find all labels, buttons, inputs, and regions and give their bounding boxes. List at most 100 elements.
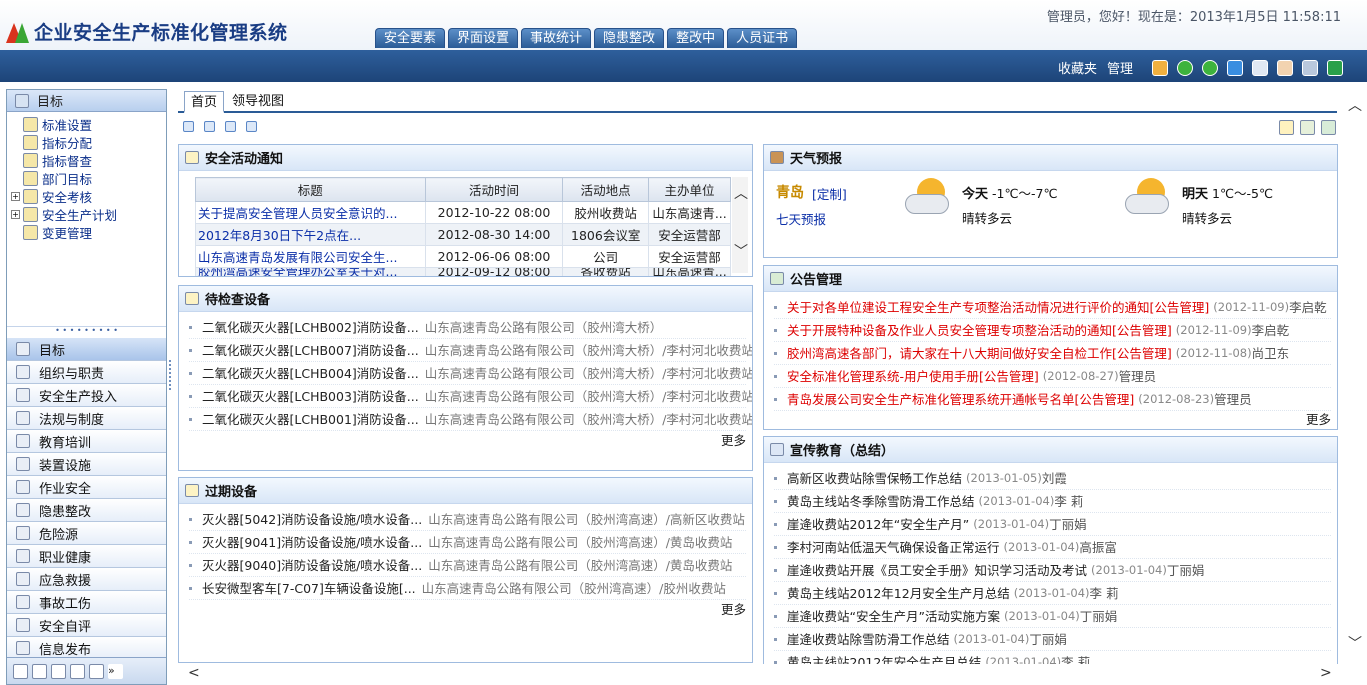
favorites-link[interactable]: 收藏夹 (1058, 58, 1097, 77)
scroll-right-icon[interactable]: > (1320, 666, 1332, 680)
sidebar-resize-handle[interactable]: • • • • • • • • • (7, 326, 166, 338)
list-item[interactable]: 崖逄收费站开展《员工安全手册》知识学习活动及考试 (2013-01-04) 丁丽娟 (774, 559, 1331, 582)
picture-icon[interactable] (1321, 120, 1336, 135)
more-link[interactable]: 更多 (721, 430, 746, 449)
add-icon[interactable] (183, 121, 194, 132)
horizontal-scrollbar[interactable]: < > (178, 665, 1338, 683)
more-link[interactable]: 更多 (1306, 409, 1331, 428)
refresh-icon[interactable] (1227, 59, 1243, 76)
edit-icon[interactable] (1252, 59, 1268, 76)
list-item[interactable]: 青岛发展公司安全生产标准化管理系统开通帐号名单[公告管理] (2012-08-23… (774, 388, 1331, 411)
scroll-left-icon[interactable]: < (188, 666, 200, 680)
list-item[interactable]: 高新区收费站除雪保畅工作总结 (2013-01-05) 刘霞 (774, 467, 1331, 490)
tab-hazard-rectify[interactable]: 隐患整改 (594, 28, 665, 48)
tab-rectifying[interactable]: 整改中 (667, 28, 725, 48)
manage-link[interactable]: 管理 (1107, 58, 1133, 77)
chart-icon[interactable] (70, 663, 85, 679)
menu-self-eval[interactable]: 安全自评 (7, 614, 166, 637)
table-row[interactable]: 胶州湾高速安全管理办公室关于对... 2012-09-12 08:00 各收费站… (195, 267, 731, 276)
notice-title-link[interactable]: 胶州湾高速安全管理办公室关于对... (195, 267, 426, 276)
list-item[interactable]: 关于开展特种设备及作业人员安全管理专项整治活动的通知[公告管理] (2012-11… (774, 319, 1331, 342)
tree-item-standard[interactable]: 标准设置 (11, 115, 166, 133)
table-row[interactable]: 山东高速青岛发展有限公司安全生... 2012-06-06 08:00 公司 安… (195, 245, 731, 268)
menu-target[interactable]: 目标 (7, 338, 166, 361)
chevron-right-icon[interactable]: » (108, 663, 123, 679)
customize-link[interactable]: [定制] (812, 184, 847, 203)
logout-icon[interactable] (1327, 59, 1343, 76)
list-item[interactable]: 灭火器[9040]消防设备设施/喷水设备... 山东高速青岛公路有限公司（胶州湾高… (189, 554, 746, 577)
scroll-up-icon[interactable]: ︿ (1348, 99, 1362, 113)
column-header[interactable]: 活动时间 (424, 177, 564, 202)
menu-work-safety[interactable]: 作业安全 (7, 476, 166, 499)
list-item[interactable]: 胶州湾高速各部门，请大家在十八大期间做好安全自检工作[公告管理] (2012-11… (774, 342, 1331, 365)
table-row[interactable]: 2012年8月30日下午2点在... 2012-08-30 14:00 1806… (195, 223, 731, 246)
settings-icon[interactable] (246, 121, 257, 132)
menu-regulations[interactable]: 法规与制度 (7, 407, 166, 430)
list-item[interactable]: 灭火器[5042]消防设备设施/喷水设备... 山东高速青岛公路有限公司（胶州湾高… (189, 508, 746, 531)
list-item[interactable]: 二氧化碳灭火器[LCHB001]消防设备... 山东高速青岛公路有限公司（胶州湾大… (189, 408, 752, 431)
home-icon[interactable] (1152, 59, 1168, 76)
list-item[interactable]: 二氧化碳灭火器[LCHB002]消防设备... 山东高速青岛公路有限公司（胶州湾大… (189, 316, 746, 339)
table-icon[interactable] (51, 663, 66, 679)
scroll-down-icon[interactable]: ﹀ (734, 245, 748, 259)
tab-ui-settings[interactable]: 界面设置 (448, 28, 519, 48)
list-item[interactable]: 黄岛主线站2012年12月安全生产月总结 (2013-01-04) 李 莉 (774, 582, 1331, 605)
user-icon[interactable] (13, 663, 28, 679)
tab-safety-elements[interactable]: 安全要素 (375, 28, 446, 48)
users-icon[interactable] (1277, 59, 1293, 76)
tab-certificates[interactable]: 人员证书 (727, 28, 798, 48)
notice-title-link[interactable]: 山东高速青岛发展有限公司安全生... (195, 245, 426, 268)
more-link[interactable]: 更多 (721, 599, 746, 618)
book-icon[interactable] (89, 663, 104, 679)
list-item[interactable]: 黄岛主线站冬季除雪防滑工作总结 (2013-01-04) 李 莉 (774, 490, 1331, 513)
notice-title-link[interactable]: 关于提高安全管理人员安全意识的... (195, 201, 426, 224)
list-item[interactable]: 崖逄收费站2012年“安全生产月” (2013-01-04) 丁丽娟 (774, 513, 1331, 536)
menu-accident[interactable]: 事故工伤 (7, 591, 166, 614)
tree-item-distribute[interactable]: 指标分配 (11, 133, 166, 151)
splitter-handle[interactable] (169, 360, 173, 390)
back-icon[interactable] (1177, 59, 1193, 76)
notice-scrollbar[interactable]: ︿ ﹀ (732, 177, 748, 273)
column-header[interactable]: 标题 (195, 177, 426, 202)
menu-emergency[interactable]: 应急救援 (7, 568, 166, 591)
menu-organization[interactable]: 组织与职责 (7, 361, 166, 384)
menu-hazard[interactable]: 隐患整改 (7, 499, 166, 522)
menu-health[interactable]: 职业健康 (7, 545, 166, 568)
folder-icon[interactable] (32, 663, 47, 679)
menu-danger-source[interactable]: 危险源 (7, 522, 166, 545)
scroll-up-icon[interactable]: ︿ (734, 187, 748, 201)
tree-item-exam[interactable]: + 安全考核 (11, 187, 166, 205)
menu-training[interactable]: 教育培训 (7, 430, 166, 453)
seven-day-link[interactable]: 七天预报 (776, 209, 826, 228)
folder-open-icon[interactable] (1279, 120, 1294, 135)
window-icon[interactable] (1300, 120, 1315, 135)
list-item[interactable]: 关于对各单位建设工程安全生产专项整治活动情况进行评价的通知[公告管理] (2012… (774, 296, 1331, 319)
forward-icon[interactable] (1202, 59, 1218, 76)
layout-icon[interactable] (204, 121, 215, 132)
tab-accident-stats[interactable]: 事故统计 (521, 28, 592, 48)
list-item[interactable]: 李村河南站低温天气确保设备正常运行 (2013-01-04) 高振富 (774, 536, 1331, 559)
tree-item-plan[interactable]: + 安全生产计划 (11, 205, 166, 223)
list-item[interactable]: 安全标准化管理系统-用户使用手册[公告管理] (2012-08-27) 管理员 (774, 365, 1331, 388)
tab-home[interactable]: 首页 (184, 91, 225, 113)
list-item[interactable]: 崖逄收费站除雪防滑工作总结 (2013-01-04) 丁丽娟 (774, 628, 1331, 651)
tools-icon[interactable] (1302, 59, 1318, 76)
column-header[interactable]: 主办单位 (648, 177, 731, 202)
menu-facilities[interactable]: 装置设施 (7, 453, 166, 476)
list-item[interactable]: 黄岛主线站2012年安全生产月总结 (2013-01-04) 李 莉 (774, 651, 1331, 664)
list-item[interactable]: 二氧化碳灭火器[LCHB004]消防设备... 山东高速青岛公路有限公司（胶州湾大… (189, 362, 752, 385)
list-item[interactable]: 长安微型客车[7-C07]车辆设备设施[... 山东高速青岛公路有限公司（胶州湾高… (189, 577, 746, 600)
tab-leader-view[interactable]: 领导视图 (226, 91, 290, 113)
list-item[interactable]: 崖逄收费站“安全生产月”活动实施方案 (2013-01-04) 丁丽娟 (774, 605, 1331, 628)
chevron-down-icon[interactable] (225, 121, 236, 132)
menu-investment[interactable]: 安全生产投入 (7, 384, 166, 407)
column-header[interactable]: 活动地点 (562, 177, 650, 202)
notice-title-link[interactable]: 2012年8月30日下午2点在... (195, 223, 426, 246)
tree-item-change[interactable]: 变更管理 (11, 223, 166, 241)
expand-icon[interactable]: + (11, 209, 20, 219)
tree-item-inspect[interactable]: 指标督查 (11, 151, 166, 169)
vertical-scrollbar[interactable]: ︿ ﹀ (1345, 89, 1365, 664)
list-item[interactable]: 二氧化碳灭火器[LCHB007]消防设备... 山东高速青岛公路有限公司（胶州湾大… (189, 339, 752, 362)
tree-item-dept-target[interactable]: 部门目标 (11, 169, 166, 187)
expand-icon[interactable]: + (11, 191, 20, 201)
